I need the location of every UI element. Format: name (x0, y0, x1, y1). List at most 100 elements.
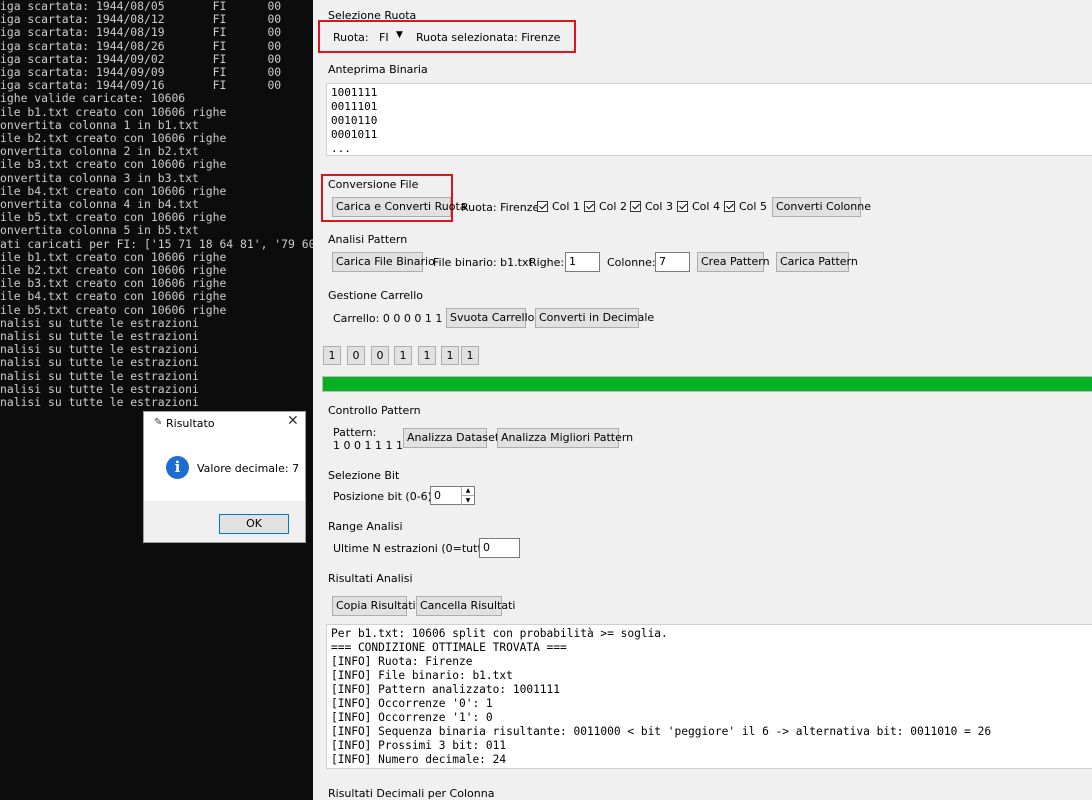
ultime-n-label: Ultime N estrazioni (0=tutte): (333, 542, 497, 555)
console-line: nalisi su tutte le estrazioni (0, 342, 199, 357)
console-line: nalisi su tutte le estrazioni (0, 368, 199, 383)
console-line: onvertita colonna 3 in b3.txt (0, 170, 199, 185)
pattern-value: 1 0 0 1 1 1 1 (333, 439, 403, 452)
file-binario-label: File binario: b1.txt (433, 256, 533, 269)
ruota-dropdown-value: FI (379, 31, 389, 44)
checkbox-col-1[interactable]: Col 1 (537, 200, 580, 213)
checkbox-icon (630, 201, 641, 212)
console-line: nalisi su tutte le estrazioni (0, 355, 199, 370)
checkbox-col-3-label: Col 3 (645, 200, 673, 213)
pattern-label: Pattern: (333, 426, 377, 439)
console-line: nalisi su tutte le estrazioni (0, 395, 199, 409)
section-title-selezione-bit: Selezione Bit (328, 469, 400, 482)
converti-colonne-button[interactable]: Converti Colonne (772, 197, 871, 217)
dialog-button-bar: OK (144, 501, 305, 542)
svuota-carrello-button[interactable]: Svuota Carrello (446, 308, 534, 328)
ultime-n-input[interactable]: 0 (479, 538, 520, 558)
cancella-risultati-button[interactable]: Cancella Risultati (416, 596, 515, 616)
ruota-dropdown[interactable]: FI ▼ (369, 28, 409, 46)
checkbox-col-4-label: Col 4 (692, 200, 720, 213)
console-line: ile b4.txt creato con 10606 righe (0, 289, 227, 304)
checkbox-icon (724, 201, 735, 212)
checkbox-icon (537, 201, 548, 212)
dialog-title: Risultato (166, 417, 215, 430)
feather-icon: ✎ (154, 417, 163, 428)
checkbox-col-2-label: Col 2 (599, 200, 627, 213)
section-title-analisi-pattern: Analisi Pattern (328, 233, 408, 246)
section-title-controllo: Controllo Pattern (328, 404, 421, 417)
bit-button-3[interactable]: 1 (394, 346, 412, 365)
bit-button-1[interactable]: 0 (347, 346, 365, 365)
posizione-bit-value: 0 (434, 489, 441, 502)
bit-button-4[interactable]: 1 (418, 346, 436, 365)
section-title-range: Range Analisi (328, 520, 403, 533)
console-line: nalisi su tutte le estrazioni (0, 315, 199, 330)
ok-button[interactable]: OK (219, 514, 289, 534)
console-line: ile b3.txt creato con 10606 righe (0, 276, 227, 291)
result-dialog: ✎ Risultato ✕ i Valore decimale: 7 OK (143, 411, 306, 543)
section-title-risultati: Risultati Analisi (328, 572, 413, 585)
analizza-migliori-pattern-button[interactable]: Analizza Migliori Pattern (497, 428, 633, 448)
bit-button-6[interactable]: 1 (461, 346, 479, 365)
console-line: iga scartata: 1944/08/12 FI 00 0 (0, 12, 313, 27)
checkbox-col-4[interactable]: Col 4 (677, 200, 720, 213)
console-line: iga scartata: 1944/09/09 FI 00 0 (0, 65, 313, 79)
checkbox-col-3[interactable]: Col 3 (630, 200, 673, 213)
crea-pattern-button[interactable]: Crea Pattern (697, 252, 770, 272)
section-title-conversione: Conversione File (328, 178, 419, 191)
checkbox-col-1-label: Col 1 (552, 200, 580, 213)
console-line: nalisi su tutte le estrazioni (0, 381, 199, 396)
progress-bar (322, 376, 1092, 392)
checkbox-col-5[interactable]: Col 5 (724, 200, 767, 213)
bit-button-0[interactable]: 1 (323, 346, 341, 365)
console-line: iga scartata: 1944/08/26 FI 00 0 (0, 38, 313, 53)
main-app-window: Selezione Ruota Ruota: FI ▼ Ruota selezi… (313, 0, 1092, 800)
spin-down-icon[interactable]: ▼ (461, 495, 474, 505)
close-icon[interactable]: ✕ (287, 413, 299, 429)
console-line: ighe valide caricate: 10606 (0, 91, 186, 106)
console-line: nalisi su tutte le estrazioni (0, 329, 199, 343)
section-title-anteprima: Anteprima Binaria (328, 63, 428, 76)
colonne-label: Colonne: (607, 256, 656, 269)
console-line: iga scartata: 1944/08/05 FI 00 0 (0, 0, 313, 13)
ruota-selezionata-label: Ruota selezionata: Firenze (416, 31, 561, 44)
converti-decimale-button[interactable]: Converti in Decimale (535, 308, 654, 328)
console-line: ile b5.txt creato con 10606 righe (0, 210, 227, 225)
posizione-bit-label: Posizione bit (0-6): (333, 490, 436, 503)
bit-button-5[interactable]: 1 (441, 346, 459, 365)
console-line: ile b4.txt creato con 10606 righe (0, 183, 227, 198)
carica-converti-ruota-button[interactable]: Carica e Converti Ruota (332, 197, 467, 217)
bit-button-2[interactable]: 0 (371, 346, 389, 365)
posizione-bit-spinbox[interactable]: 0 ▲ ▼ (430, 486, 475, 505)
console-window: iga scartata: 1944/08/05 FI 00 0 iga scar… (0, 0, 313, 800)
anteprima-textbox[interactable]: 1001111 0011101 0010110 0001011 ... (326, 83, 1092, 156)
checkbox-icon (677, 201, 688, 212)
checkbox-col-2[interactable]: Col 2 (584, 200, 627, 213)
colonne-input[interactable]: 7 (655, 252, 690, 272)
console-line: iga scartata: 1944/09/02 FI 00 0 (0, 51, 313, 66)
console-line: ile b3.txt creato con 10606 righe (0, 157, 227, 172)
spin-up-icon[interactable]: ▲ (461, 487, 474, 495)
carica-pattern-button[interactable]: Carica Pattern (776, 252, 858, 272)
chevron-down-icon: ▼ (396, 30, 403, 40)
console-line: onvertita colonna 1 in b1.txt (0, 117, 199, 132)
console-line: ile b2.txt creato con 10606 righe (0, 131, 227, 145)
copia-risultati-button[interactable]: Copia Risultati (332, 596, 416, 616)
analizza-dataset-button[interactable]: Analizza Dataset (403, 428, 499, 448)
righe-input[interactable]: 1 (565, 252, 600, 272)
console-line: onvertita colonna 5 in b5.txt (0, 223, 199, 238)
checkbox-icon (584, 201, 595, 212)
carica-file-binario-button[interactable]: Carica File Binario (332, 252, 435, 272)
console-line: iga scartata: 1944/09/16 FI 00 0 (0, 78, 313, 93)
dialog-message: Valore decimale: 7 (197, 462, 300, 475)
console-line: ile b5.txt creato con 10606 righe (0, 302, 227, 317)
checkbox-col-5-label: Col 5 (739, 200, 767, 213)
console-line: ile b2.txt creato con 10606 righe (0, 263, 227, 277)
console-line: iga scartata: 1944/08/19 FI 00 0 (0, 25, 313, 40)
risultati-textbox[interactable]: Per b1.txt: 10606 split con probabilità … (326, 624, 1092, 769)
console-line: ile b1.txt creato con 10606 righe (0, 249, 227, 264)
ruota-label: Ruota: (333, 31, 369, 44)
section-title-carrello: Gestione Carrello (328, 289, 423, 302)
conversione-ruota-label: Ruota: Firenze (461, 201, 540, 214)
carrello-label: Carrello: 0 0 0 0 1 1 1 (333, 312, 453, 325)
